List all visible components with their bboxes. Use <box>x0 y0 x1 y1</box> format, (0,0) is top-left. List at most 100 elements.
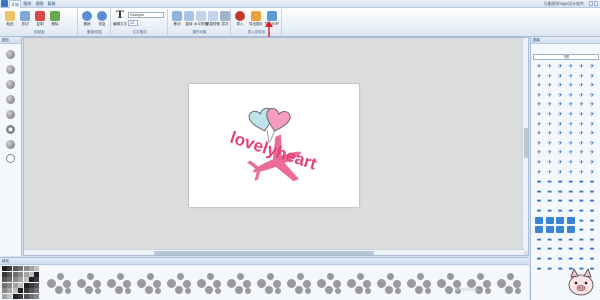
gallery-item[interactable]: ▬ <box>587 207 597 215</box>
gallery-item[interactable]: ▬ <box>545 265 555 273</box>
shape-gray-circle-1[interactable] <box>6 50 15 59</box>
gallery-item[interactable]: ✈ <box>576 130 586 138</box>
color-swatch[interactable] <box>23 266 29 271</box>
gallery-item[interactable]: ▬ <box>566 188 576 196</box>
gallery-item[interactable]: ▬ <box>576 217 586 225</box>
color-swatch[interactable] <box>18 277 24 283</box>
gallery-item[interactable]: ✈ <box>576 111 586 119</box>
gallery-item[interactable]: ✈ <box>534 92 544 100</box>
gallery-item[interactable]: ✈ <box>587 82 597 90</box>
gallery-item[interactable]: ✈ <box>555 101 565 109</box>
horizontal-scroll-thumb[interactable] <box>154 251 374 255</box>
gallery-item[interactable]: ▬ <box>545 245 555 253</box>
redo-button[interactable]: 恢复 <box>95 11 109 29</box>
gallery-item[interactable]: ✈ <box>566 73 576 81</box>
fill-pattern-swatch[interactable] <box>285 271 313 295</box>
gallery-item[interactable]: ▬ <box>587 236 597 244</box>
gallery-item[interactable]: ✈ <box>555 63 565 71</box>
color-swatch[interactable] <box>18 288 24 294</box>
gallery-item[interactable]: ▬ <box>566 178 576 186</box>
gallery-item[interactable]: ✈ <box>555 130 565 138</box>
gallery-item[interactable]: ✈ <box>576 73 586 81</box>
gallery-item[interactable]: ▬ <box>576 255 586 263</box>
fill-pattern-swatch[interactable] <box>45 271 73 295</box>
gallery-item[interactable]: ▬ <box>555 197 565 205</box>
color-swatch[interactable] <box>23 271 29 277</box>
fill-pattern-swatch[interactable] <box>195 271 223 295</box>
fill-pattern-swatch[interactable] <box>75 271 103 295</box>
gallery-item[interactable]: ✈ <box>576 63 586 71</box>
gallery-item[interactable]: ▬ <box>566 207 576 215</box>
gallery-item[interactable]: ✈ <box>587 92 597 100</box>
gallery-item[interactable]: ✈ <box>566 130 576 138</box>
gallery-item[interactable]: ✈ <box>566 169 576 177</box>
gallery-item[interactable]: ✈ <box>566 101 576 109</box>
color-swatch[interactable] <box>23 277 29 283</box>
gallery-item[interactable]: ✈ <box>587 101 597 109</box>
gallery-item[interactable] <box>545 226 554 234</box>
gallery-item[interactable]: ▬ <box>534 236 544 244</box>
color-swatch[interactable] <box>7 282 13 288</box>
gallery-item[interactable]: ▬ <box>545 178 555 186</box>
gallery-item[interactable]: ▬ <box>534 265 544 273</box>
fill-pattern-swatch[interactable] <box>495 271 523 295</box>
gallery-item[interactable]: ✈ <box>576 92 586 100</box>
gallery-item[interactable]: ✈ <box>555 159 565 167</box>
gallery-item[interactable]: ▬ <box>566 255 576 263</box>
gallery-item[interactable]: ✈ <box>576 159 586 167</box>
gallery-item[interactable]: ✈ <box>566 111 576 119</box>
color-swatch[interactable] <box>23 288 29 294</box>
gallery-item[interactable]: ✈ <box>545 159 555 167</box>
color-swatch[interactable] <box>18 294 24 299</box>
gallery-item[interactable]: ✈ <box>587 111 597 119</box>
gallery-item[interactable]: ✈ <box>576 82 586 90</box>
gallery-item[interactable]: ▬ <box>576 178 586 186</box>
gallery-item[interactable]: ✈ <box>555 149 565 157</box>
cut-button[interactable]: 剪切 <box>18 11 32 29</box>
color-swatch[interactable] <box>34 277 40 283</box>
color-swatch[interactable] <box>29 271 34 277</box>
color-swatch[interactable] <box>12 288 18 294</box>
export-image-button[interactable]: 导出图片 <box>249 11 263 29</box>
gallery-item[interactable]: ✈ <box>555 111 565 119</box>
delete-button[interactable]: 删除 <box>48 11 62 29</box>
gallery-item[interactable]: ✈ <box>566 63 576 71</box>
gallery-item[interactable]: ▬ <box>576 207 586 215</box>
gallery-item[interactable]: ✈ <box>566 121 576 129</box>
gallery-item[interactable]: ✈ <box>534 73 544 81</box>
color-swatch[interactable] <box>2 277 7 283</box>
tab-view[interactable]: 视图 <box>34 0 45 8</box>
color-swatch[interactable] <box>7 277 13 283</box>
fill-pattern-swatch[interactable] <box>105 271 133 295</box>
gallery-item[interactable]: ✈ <box>545 121 555 129</box>
gallery-item[interactable]: ✈ <box>545 73 555 81</box>
gallery-item[interactable]: ✈ <box>534 140 544 148</box>
gallery-item[interactable]: ▬ <box>576 226 586 234</box>
color-swatch[interactable] <box>29 288 34 294</box>
gallery-item[interactable]: ▬ <box>545 207 555 215</box>
gallery-item[interactable]: ✈ <box>545 169 555 177</box>
gallery-item[interactable]: ✈ <box>545 92 555 100</box>
color-swatch[interactable] <box>7 288 13 294</box>
gallery-item[interactable]: ▬ <box>576 188 586 196</box>
gallery-item[interactable]: ▬ <box>555 255 565 263</box>
paste-button[interactable]: 粘贴 <box>3 11 17 29</box>
canvas-area[interactable]: lovelyheart <box>23 37 529 256</box>
color-swatch[interactable] <box>18 282 24 288</box>
color-swatch[interactable] <box>18 266 24 271</box>
gallery-item[interactable]: ▬ <box>576 245 586 253</box>
gallery-item[interactable]: ✈ <box>587 169 597 177</box>
gallery-item[interactable]: ▬ <box>555 265 565 273</box>
gallery-item[interactable]: ✈ <box>566 159 576 167</box>
gallery-item[interactable]: ✈ <box>587 159 597 167</box>
fill-pattern-swatch[interactable] <box>345 271 373 295</box>
gallery-item[interactable]: ✈ <box>545 130 555 138</box>
gallery-item[interactable]: ▬ <box>534 245 544 253</box>
color-swatch[interactable] <box>12 277 18 283</box>
color-swatch[interactable] <box>2 282 7 288</box>
gallery-item[interactable]: ✈ <box>534 101 544 109</box>
gallery-item[interactable]: ✈ <box>555 121 565 129</box>
gallery-item[interactable]: ▬ <box>566 236 576 244</box>
shape-gray-circle-6[interactable] <box>6 140 15 149</box>
gallery-category-select[interactable]: 飞机 <box>533 54 599 60</box>
